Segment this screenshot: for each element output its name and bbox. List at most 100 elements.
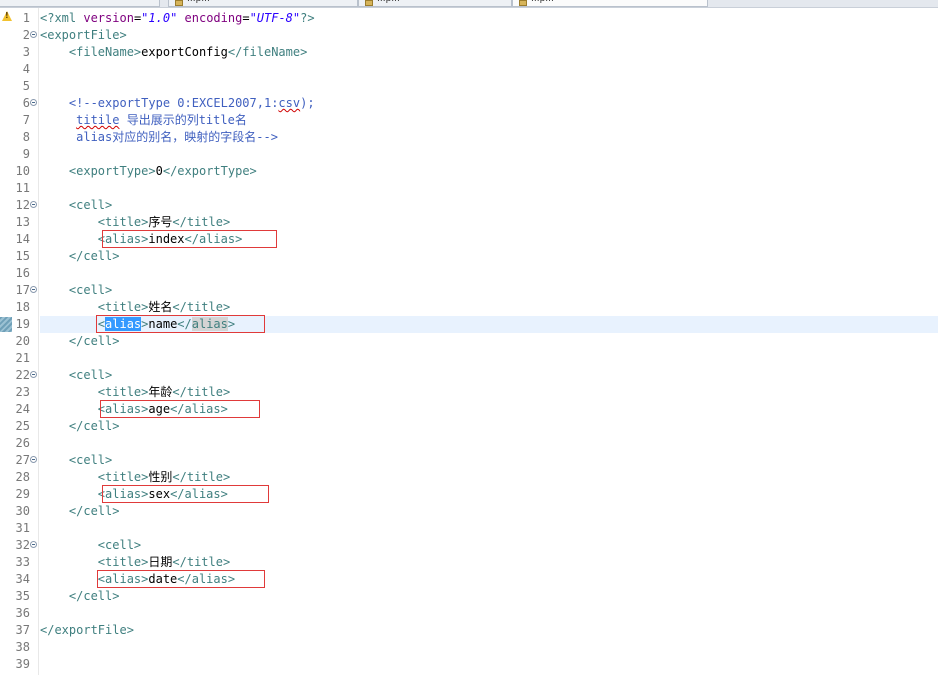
code-line[interactable]: 11 bbox=[0, 180, 938, 197]
code-line[interactable]: 6 <!--exportType 0:EXCEL2007,1:csv); bbox=[0, 95, 938, 112]
code-text-area[interactable]: <?xml version="1.0" encoding="UTF-8"?> bbox=[40, 10, 938, 27]
editor-tab[interactable]: ...p... bbox=[512, 0, 708, 7]
editor-tab[interactable]: ...p... bbox=[168, 0, 358, 7]
code-text-area[interactable]: <exportFile> bbox=[40, 27, 938, 44]
fold-collapse-icon[interactable] bbox=[30, 99, 37, 106]
code-text-area[interactable]: <title>姓名</title> bbox=[40, 299, 938, 316]
code-line[interactable]: 27 <cell> bbox=[0, 452, 938, 469]
code-line[interactable]: 2 <exportFile> bbox=[0, 27, 938, 44]
code-content: </cell> bbox=[40, 588, 120, 605]
code-text-area[interactable] bbox=[40, 61, 938, 78]
code-content: </cell> bbox=[40, 503, 120, 520]
code-line[interactable]: 38 bbox=[0, 639, 938, 656]
fold-collapse-icon[interactable] bbox=[30, 201, 37, 208]
code-text-area[interactable]: <cell> bbox=[40, 452, 938, 469]
code-token: <cell> bbox=[68, 368, 113, 382]
code-text-area[interactable]: <exportType>0</exportType> bbox=[40, 163, 938, 180]
code-line[interactable]: 21 bbox=[0, 350, 938, 367]
code-line[interactable]: 36 bbox=[0, 605, 938, 622]
line-number: 36 bbox=[15, 606, 30, 620]
code-text-area[interactable]: </cell> bbox=[40, 588, 938, 605]
fold-collapse-icon[interactable] bbox=[30, 456, 37, 463]
code-line[interactable]: 37 </exportFile> bbox=[0, 622, 938, 639]
code-text-area[interactable] bbox=[40, 180, 938, 197]
code-content: <title>年龄</title> bbox=[40, 384, 230, 401]
code-line[interactable]: 31 bbox=[0, 520, 938, 537]
code-text-area[interactable] bbox=[40, 78, 938, 95]
code-text-area[interactable] bbox=[40, 350, 938, 367]
code-line[interactable]: 18 <title>姓名</title> bbox=[0, 299, 938, 316]
editor-tab[interactable]: ...ry... bbox=[0, 0, 160, 7]
xml-editor[interactable]: 1<?xml version="1.0" encoding="UTF-8"?>2… bbox=[0, 8, 938, 675]
code-line[interactable]: 23 <title>年龄</title> bbox=[0, 384, 938, 401]
code-line[interactable]: 7 titile 导出展示的列title名 bbox=[0, 112, 938, 129]
code-text-area[interactable]: <title>序号</title> bbox=[40, 214, 938, 231]
code-text-area[interactable]: <fileName>exportConfig</fileName> bbox=[40, 44, 938, 61]
fold-collapse-icon[interactable] bbox=[30, 31, 37, 38]
code-text-area[interactable]: <!--exportType 0:EXCEL2007,1:csv); bbox=[40, 95, 938, 112]
code-text-area[interactable] bbox=[40, 146, 938, 163]
code-line[interactable]: 8 alias对应的别名，映射的字段名--> bbox=[0, 129, 938, 146]
code-line[interactable]: 20 </cell> bbox=[0, 333, 938, 350]
code-line[interactable]: 10 <exportType>0</exportType> bbox=[0, 163, 938, 180]
code-line[interactable]: 22 <cell> bbox=[0, 367, 938, 384]
code-line[interactable]: 30 </cell> bbox=[0, 503, 938, 520]
code-line[interactable]: 33 <title>日期</title> bbox=[0, 554, 938, 571]
code-text-area[interactable]: <cell> bbox=[40, 537, 938, 554]
code-line[interactable]: 35 </cell> bbox=[0, 588, 938, 605]
code-text-area[interactable]: <title>年龄</title> bbox=[40, 384, 938, 401]
code-content: <cell> bbox=[40, 452, 112, 469]
code-text-area[interactable]: <cell> bbox=[40, 282, 938, 299]
code-line[interactable]: 4 bbox=[0, 61, 938, 78]
code-line[interactable]: 1<?xml version="1.0" encoding="UTF-8"?> bbox=[0, 10, 938, 27]
code-text-area[interactable] bbox=[40, 605, 938, 622]
code-line[interactable]: 9 bbox=[0, 146, 938, 163]
code-line[interactable]: 12 <cell> bbox=[0, 197, 938, 214]
editor-tab[interactable]: ...p... bbox=[358, 0, 512, 7]
code-text-area[interactable]: <title>性别</title> bbox=[40, 469, 938, 486]
code-line[interactable]: 39 bbox=[0, 656, 938, 673]
code-content: <cell> bbox=[40, 197, 112, 214]
code-line[interactable]: 25 </cell> bbox=[0, 418, 938, 435]
code-line[interactable]: 17 <cell> bbox=[0, 282, 938, 299]
code-text-area[interactable]: <title>日期</title> bbox=[40, 554, 938, 571]
fold-collapse-icon[interactable] bbox=[30, 371, 37, 378]
code-text-area[interactable] bbox=[40, 639, 938, 656]
code-line[interactable]: 28 <title>性别</title> bbox=[0, 469, 938, 486]
code-text-area[interactable]: </cell> bbox=[40, 503, 938, 520]
code-content: <cell> bbox=[40, 367, 112, 384]
code-text-area[interactable]: <cell> bbox=[40, 197, 938, 214]
code-text-area[interactable]: alias对应的别名，映射的字段名--> bbox=[40, 129, 938, 146]
code-line[interactable]: 32 <cell> bbox=[0, 537, 938, 554]
code-text-area[interactable] bbox=[40, 265, 938, 282]
line-number: 16 bbox=[15, 266, 30, 280]
annotation-highlight-box bbox=[100, 400, 260, 418]
code-text-area[interactable]: </exportFile> bbox=[40, 622, 938, 639]
code-line[interactable]: 3 <fileName>exportConfig</fileName> bbox=[0, 44, 938, 61]
code-token: </exportType> bbox=[162, 164, 257, 178]
code-line[interactable]: 16 bbox=[0, 265, 938, 282]
code-token: </cell> bbox=[68, 419, 120, 433]
fold-collapse-icon[interactable] bbox=[30, 541, 37, 548]
code-text-area[interactable]: <cell> bbox=[40, 367, 938, 384]
line-number: 12 bbox=[15, 198, 30, 212]
code-text-area[interactable]: </cell> bbox=[40, 333, 938, 350]
code-text-area[interactable] bbox=[40, 656, 938, 673]
fold-collapse-icon[interactable] bbox=[30, 286, 37, 293]
code-line[interactable]: 13 <title>序号</title> bbox=[0, 214, 938, 231]
code-text-area[interactable] bbox=[40, 435, 938, 452]
code-token: "1.0" bbox=[141, 11, 178, 25]
code-text-area[interactable]: </cell> bbox=[40, 418, 938, 435]
editor-tab-bar: ...ry... ...p... ...p... ...p... bbox=[0, 0, 938, 8]
code-text-area[interactable]: </cell> bbox=[40, 248, 938, 265]
code-text-area[interactable]: titile 导出展示的列title名 bbox=[40, 112, 938, 129]
code-line[interactable]: 5 bbox=[0, 78, 938, 95]
code-line[interactable]: 26 bbox=[0, 435, 938, 452]
code-line[interactable]: 15 </cell> bbox=[0, 248, 938, 265]
code-text-area[interactable] bbox=[40, 520, 938, 537]
